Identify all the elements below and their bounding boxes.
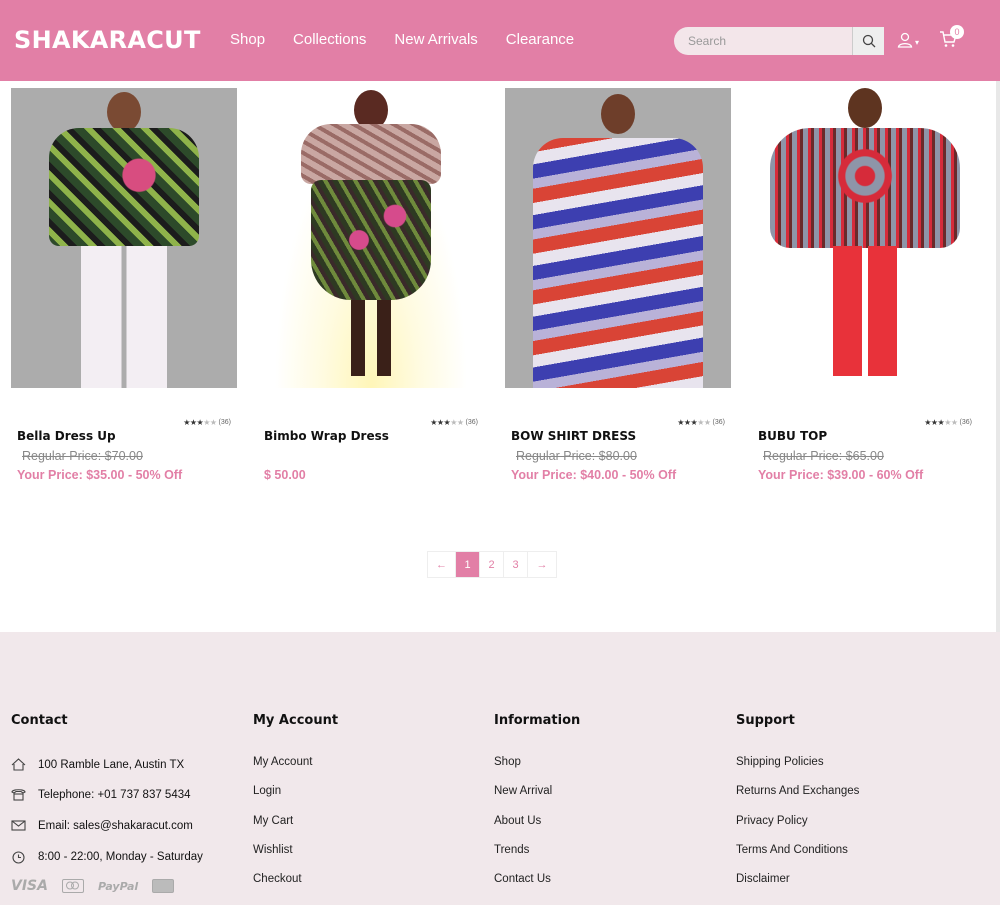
footer-link-login[interactable]: Login	[253, 785, 453, 814]
pagination: ← 1 2 3 →	[427, 551, 557, 578]
footer-support: Support Shipping Policies Returns And Ex…	[736, 713, 859, 885]
product-name[interactable]: BUBU TOP	[758, 429, 827, 443]
site-header: SHAKARACUT Shop Collections New Arrivals…	[0, 0, 1000, 81]
envelope-icon	[11, 820, 26, 831]
product-name[interactable]: Bimbo Wrap Dress	[264, 429, 389, 443]
prev-page-button[interactable]: ←	[428, 552, 456, 577]
footer-heading: Support	[736, 713, 795, 728]
search-box	[674, 27, 884, 55]
clock-icon	[12, 851, 25, 864]
site-footer: Contact 100 Ramble Lane, Austin TX Telep…	[0, 632, 1000, 905]
footer-link-new-arrival[interactable]: New Arrival	[494, 785, 694, 814]
footer-heading: Information	[494, 713, 581, 728]
nav-collections[interactable]: Collections	[293, 31, 366, 48]
your-price: Your Price: $39.00 - 60% Off	[758, 468, 924, 482]
product-name[interactable]: BOW SHIRT DRESS	[511, 429, 636, 443]
rating-stars-icon: ★★★★★	[430, 418, 464, 427]
footer-link-disclaimer[interactable]: Disclaimer	[736, 873, 936, 902]
footer-link-trends[interactable]: Trends	[494, 844, 694, 873]
search-button[interactable]	[852, 27, 884, 55]
chevron-down-icon: ▾	[915, 37, 920, 47]
rating-stars-icon: ★★★★★	[677, 418, 711, 427]
product-image[interactable]	[11, 88, 237, 388]
rating-stars-icon: ★★★★★	[183, 418, 217, 427]
footer-link-wishlist[interactable]: Wishlist	[253, 844, 453, 873]
contact-email[interactable]: Email: sales@shakaracut.com	[11, 819, 193, 832]
rating-stars-icon: ★★★★★	[924, 418, 958, 427]
your-price: Your Price: $35.00 - 50% Off	[17, 468, 183, 482]
footer-link-about-us[interactable]: About Us	[494, 815, 694, 844]
home-icon	[11, 758, 26, 771]
product-image[interactable]	[752, 88, 978, 388]
mastercard-icon	[61, 879, 84, 893]
product-rating: ★★★★★ (36)	[924, 418, 972, 427]
site-logo[interactable]: SHAKARACUT	[14, 26, 201, 54]
product-name[interactable]: Bella Dress Up	[17, 429, 116, 443]
user-icon	[897, 32, 913, 48]
your-price: $ 50.00	[264, 468, 306, 482]
visa-icon: VISA	[11, 878, 48, 894]
your-price: Your Price: $40.00 - 50% Off	[511, 468, 677, 482]
contact-phone: Telephone: +01 737 837 5434	[11, 788, 191, 801]
footer-heading: Contact	[11, 713, 68, 728]
main-nav: Shop Collections New Arrivals Clearance	[230, 31, 574, 48]
nav-new-arrivals[interactable]: New Arrivals	[394, 31, 477, 48]
footer-link-checkout[interactable]: Checkout	[253, 873, 453, 902]
footer-link-contact-us[interactable]: Contact Us	[494, 873, 694, 902]
footer-link-my-account[interactable]: My Account	[253, 756, 453, 785]
footer-link-shop[interactable]: Shop	[494, 756, 694, 785]
footer-link-returns[interactable]: Returns And Exchanges	[736, 785, 936, 814]
next-page-button[interactable]: →	[528, 552, 556, 577]
footer-link-privacy[interactable]: Privacy Policy	[736, 815, 936, 844]
discover-icon	[152, 879, 175, 893]
product-rating: ★★★★★ (36)	[677, 418, 725, 427]
footer-heading: My Account	[253, 713, 339, 728]
product-card[interactable]: ★★★★★ (36) BOW SHIRT DRESS Regular Price…	[505, 88, 731, 482]
product-rating: ★★★★★ (36)	[183, 418, 231, 427]
phone-icon	[11, 789, 26, 801]
footer-information: Information Shop New Arrival About Us Tr…	[494, 713, 581, 885]
product-card[interactable]: ★★★★★ (36) BUBU TOP Regular Price: $65.0…	[752, 88, 978, 482]
paypal-icon: PayPal	[97, 879, 139, 893]
nav-clearance[interactable]: Clearance	[506, 31, 574, 48]
footer-link-terms[interactable]: Terms And Conditions	[736, 844, 936, 873]
footer-link-my-cart[interactable]: My Cart	[253, 815, 453, 844]
footer-link-shipping-policies[interactable]: Shipping Policies	[736, 756, 936, 785]
regular-price: Regular Price: $65.00	[763, 449, 884, 463]
regular-price: Regular Price: $80.00	[516, 449, 637, 463]
cart-count-badge: 0	[950, 25, 964, 39]
regular-price: Regular Price: $70.00	[22, 449, 143, 463]
account-menu[interactable]: ▾	[897, 32, 919, 48]
footer-contact: Contact 100 Ramble Lane, Austin TX Telep…	[11, 713, 203, 864]
page-3-button[interactable]: 3	[504, 552, 528, 577]
search-icon	[862, 34, 875, 48]
product-image[interactable]	[258, 88, 484, 388]
footer-my-account: My Account My Account Login My Cart Wish…	[253, 713, 339, 885]
product-card[interactable]: ★★★★★ (36) Bimbo Wrap Dress $ 50.00	[258, 88, 484, 482]
contact-hours: 8:00 - 22:00, Monday - Saturday	[11, 850, 203, 864]
page-2-button[interactable]: 2	[480, 552, 504, 577]
search-input[interactable]	[674, 27, 852, 55]
product-rating: ★★★★★ (36)	[430, 418, 478, 427]
scrollbar[interactable]	[996, 81, 1000, 632]
payment-methods: VISA PayPal	[11, 878, 175, 894]
page-1-button[interactable]: 1	[456, 552, 480, 577]
product-image[interactable]	[505, 88, 731, 388]
contact-address: 100 Ramble Lane, Austin TX	[11, 758, 184, 771]
nav-shop[interactable]: Shop	[230, 31, 265, 48]
product-card[interactable]: ★★★★★ (36) Bella Dress Up Regular Price:…	[11, 88, 237, 482]
